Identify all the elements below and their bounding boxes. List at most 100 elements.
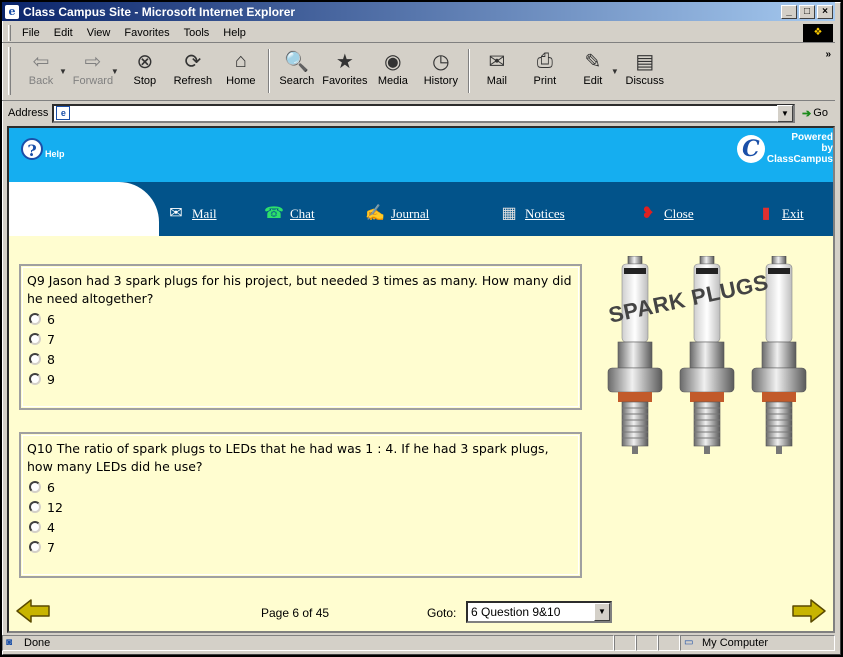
window-title: Class Campus Site - Microsoft Internet E…: [23, 4, 296, 19]
site-header: ? Help C Powered by ClassCampus: [9, 128, 833, 182]
printer-icon: ⎙: [536, 49, 553, 72]
previous-page-arrow-icon[interactable]: [15, 598, 51, 624]
radio-button[interactable]: [29, 313, 41, 325]
radio-button[interactable]: [29, 333, 41, 345]
answer-option[interactable]: 8: [27, 350, 574, 368]
goto-label: Goto:: [427, 606, 457, 620]
search-icon: 🔍: [284, 50, 310, 73]
notices-board-icon: ▦: [501, 205, 517, 222]
forward-arrow-icon: ⇨: [84, 50, 102, 73]
ie-icon: e: [5, 4, 19, 19]
radio-button[interactable]: [29, 521, 41, 533]
print-button[interactable]: ⎙ Print: [521, 47, 569, 97]
back-dropdown-icon[interactable]: ▼: [59, 67, 67, 76]
nav-close[interactable]: ❥ Close: [636, 204, 693, 222]
telephone-icon: ☎: [264, 205, 284, 222]
go-button[interactable]: ➔ Go: [795, 107, 835, 120]
nav-mail[interactable]: ✉ Mail: [164, 204, 216, 222]
zone-cell: ▭ My Computer: [680, 635, 835, 651]
address-input[interactable]: e ▼: [52, 103, 795, 123]
back-arrow-icon: ⇦: [32, 50, 50, 73]
refresh-button[interactable]: ⟳ Refresh: [169, 47, 217, 97]
search-button[interactable]: 🔍 Search: [273, 47, 321, 97]
question-text: Q9 Jason had 3 spark plugs for his proje…: [27, 273, 572, 306]
menu-help[interactable]: Help: [216, 27, 253, 39]
pager-bar: Page 6 of 45 Goto: 6 Question 9&10 ▼: [9, 590, 833, 631]
menu-favorites[interactable]: Favorites: [117, 27, 176, 39]
menu-edit[interactable]: Edit: [47, 27, 80, 39]
menu-view[interactable]: View: [80, 27, 118, 39]
status-cell: [636, 635, 658, 651]
answer-option[interactable]: 6: [27, 478, 574, 496]
radio-button[interactable]: [29, 541, 41, 553]
goto-select[interactable]: 6 Question 9&10 ▼: [466, 601, 612, 623]
closed-book-icon: ❥: [641, 205, 655, 222]
goto-dropdown-icon[interactable]: ▼: [594, 603, 610, 621]
edit-icon: ✎: [584, 50, 602, 73]
mail-button[interactable]: ✉ Mail: [473, 47, 521, 97]
answer-option[interactable]: 4: [27, 518, 574, 536]
classcampus-logo-icon: C: [736, 134, 765, 163]
answer-option[interactable]: 12: [27, 498, 574, 516]
nav-tab-decoration: [9, 182, 159, 236]
history-icon: ◷: [432, 50, 450, 73]
address-bar: Address e ▼ ➔ Go: [2, 102, 835, 124]
refresh-icon: ⟳: [184, 50, 202, 73]
nav-journal[interactable]: ✍ Journal: [363, 204, 429, 222]
help-icon: ?: [21, 138, 43, 160]
favorites-button[interactable]: ★ Favorites: [321, 47, 369, 97]
edit-button[interactable]: ✎ Edit: [569, 47, 617, 97]
radio-button[interactable]: [29, 501, 41, 513]
spark-plug-1: [607, 256, 663, 454]
media-button[interactable]: ◉ Media: [369, 47, 417, 97]
media-icon: ◉: [384, 50, 402, 73]
address-label: Address: [8, 107, 49, 119]
page-indicator: Page 6 of 45: [261, 606, 330, 620]
menu-tools[interactable]: Tools: [177, 27, 217, 39]
minimize-button[interactable]: _: [781, 4, 797, 19]
windows-logo-icon: ❖: [803, 24, 833, 42]
status-bar: ◙ Done ▭ My Computer: [2, 634, 835, 652]
favorites-icon: ★: [335, 50, 354, 73]
page-icon: e: [56, 106, 71, 120]
help-link[interactable]: ? Help: [21, 138, 65, 160]
radio-button[interactable]: [29, 373, 41, 385]
close-button[interactable]: ×: [817, 4, 833, 19]
forward-dropdown-icon[interactable]: ▼: [111, 67, 119, 76]
nav-notices[interactable]: ▦ Notices: [497, 204, 564, 222]
nav-chat[interactable]: ☎ Chat: [262, 204, 315, 222]
maximize-button[interactable]: □: [799, 4, 815, 19]
menu-file[interactable]: File: [15, 27, 47, 39]
exit-door-icon: ▮: [761, 205, 771, 222]
home-button[interactable]: ⌂ Home: [217, 47, 265, 97]
history-button[interactable]: ◷ History: [417, 47, 465, 97]
answer-option[interactable]: 6: [27, 310, 574, 328]
standard-toolbar: ⇦ Back ▼ ⇨ Forward ▼ ⊗ Stop ⟳ Refresh ⌂ …: [2, 45, 835, 101]
stop-icon: ⊗: [136, 50, 154, 73]
answer-option[interactable]: 9: [27, 370, 574, 388]
radio-button[interactable]: [29, 353, 41, 365]
nav-exit[interactable]: ▮ Exit: [754, 204, 804, 222]
answer-option[interactable]: 7: [27, 330, 574, 348]
address-dropdown-icon[interactable]: ▼: [777, 104, 793, 122]
powered-by-badge: C Powered by ClassCampus: [736, 132, 833, 165]
toolbar-separator: [267, 49, 270, 93]
stop-button[interactable]: ⊗ Stop: [121, 47, 169, 97]
title-bar: e Class Campus Site - Microsoft Internet…: [2, 2, 835, 21]
next-page-arrow-icon[interactable]: [791, 598, 827, 624]
discuss-button[interactable]: ▤ Discuss: [621, 47, 669, 97]
site-nav: ✉ Mail ☎ Chat ✍ Journal ▦ Notices ❥ Clos…: [9, 182, 833, 236]
radio-button[interactable]: [29, 481, 41, 493]
back-button[interactable]: ⇦ Back: [17, 47, 65, 97]
menubar-grip: [8, 24, 11, 41]
edit-dropdown-icon[interactable]: ▼: [611, 67, 619, 76]
discuss-icon: ▤: [635, 50, 655, 73]
toolbar-overflow-chevron-icon[interactable]: »: [825, 49, 831, 60]
envelope-icon: ✉: [169, 205, 183, 222]
menu-bar: File Edit View Favorites Tools Help ❖: [2, 23, 835, 43]
toolbar-grip: [8, 47, 11, 95]
status-cell: [658, 635, 680, 651]
home-icon: ⌂: [234, 49, 247, 72]
forward-button[interactable]: ⇨ Forward: [69, 47, 117, 97]
answer-option[interactable]: 7: [27, 538, 574, 556]
